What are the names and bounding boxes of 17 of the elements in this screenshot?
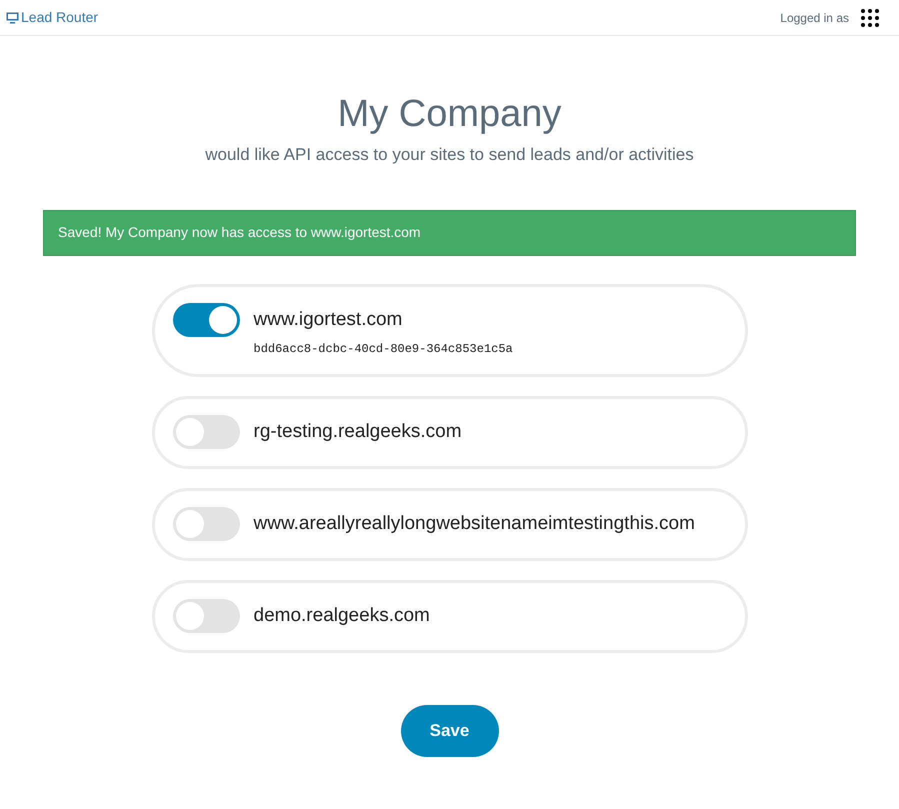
toggle-switch[interactable] (172, 599, 240, 633)
monitor-icon (6, 12, 19, 24)
site-name: rg-testing.realgeeks.com (254, 420, 462, 444)
toggle-switch[interactable] (172, 415, 240, 449)
toggle-switch[interactable] (172, 302, 240, 336)
page-title: My Company (338, 92, 562, 137)
page-subtitle: would like API access to your sites to send leads and/or activities (205, 144, 694, 166)
save-button[interactable]: Save (400, 704, 498, 756)
site-name: demo.realgeeks.com (254, 604, 430, 628)
success-alert: Saved! My Company now has access to www.igortest.com (43, 210, 856, 256)
toggle-switch[interactable] (172, 507, 240, 541)
apps-menu-icon[interactable] (861, 8, 879, 26)
brand-link[interactable]: Lead Router (6, 7, 98, 28)
logged-in-label: Logged in as (780, 10, 849, 26)
site-name: www.areallyreallylongwebsitenameimtestingthis.com (254, 512, 695, 536)
site-name: www.igortest.com (254, 308, 404, 332)
api-key: bdd6acc8-dcbc-40cd-80e9-364c853e1c5a (254, 340, 513, 358)
